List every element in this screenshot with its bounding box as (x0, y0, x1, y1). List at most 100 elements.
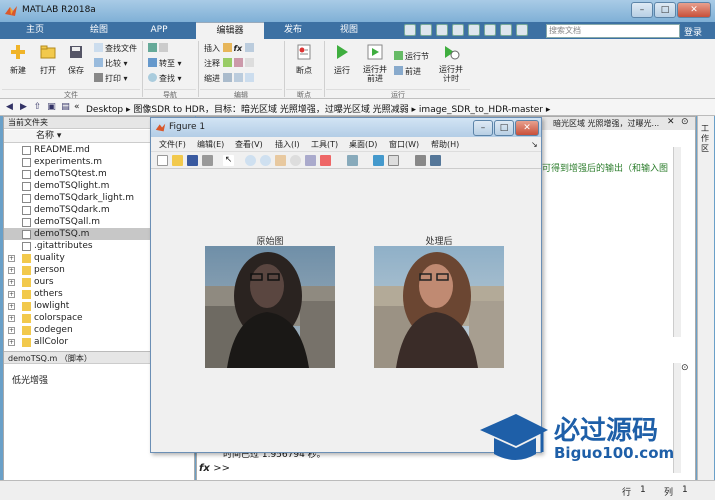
comment-button[interactable]: 注释 (204, 58, 256, 69)
original-photo-graphic (205, 246, 335, 368)
data-cursor-icon[interactable] (305, 155, 316, 166)
run-advance-icon (367, 44, 383, 60)
menu-window[interactable]: 窗口(W) (389, 139, 419, 150)
file-name: person (34, 265, 65, 275)
editor-close-icon[interactable]: ✕ (667, 117, 675, 127)
show-plot-tools-icon[interactable] (430, 155, 441, 166)
close-button[interactable]: ✕ (677, 2, 711, 18)
file-name: demoTSQtest.m (34, 169, 107, 179)
new-button[interactable]: 新建 (6, 43, 30, 76)
quick-undo-icon[interactable] (468, 24, 480, 36)
brush-icon[interactable] (320, 155, 331, 166)
run-and-time-button[interactable]: 运行并 计时 (436, 43, 466, 83)
group-label-breakpoints: 断点 (286, 89, 322, 99)
file-name: .gitattributes (34, 241, 93, 251)
quick-help-icon[interactable] (516, 24, 528, 36)
menu-tools[interactable]: 工具(T) (311, 139, 338, 150)
minimize-button[interactable]: – (631, 2, 653, 18)
back-forward-button[interactable] (148, 43, 170, 54)
figure-minimize-button[interactable]: – (473, 120, 493, 136)
folder-icon[interactable]: ▤ (60, 102, 71, 113)
folder-icon (22, 338, 31, 347)
indent-button[interactable]: 缩进 (204, 73, 256, 84)
menu-desktop[interactable]: 桌面(D) (349, 139, 377, 150)
title-bar: MATLAB R2018a – □ ✕ (0, 0, 715, 22)
menu-view[interactable]: 查看(V) (235, 139, 263, 150)
tab-view[interactable]: 视图 (322, 22, 376, 39)
breakpoints-button[interactable]: 断点 (292, 43, 316, 76)
menu-insert[interactable]: 插入(I) (275, 139, 300, 150)
new-figure-icon[interactable] (157, 155, 168, 166)
file-icon (22, 182, 31, 191)
path-overflow[interactable]: « (74, 102, 80, 112)
menu-edit[interactable]: 编辑(E) (197, 139, 224, 150)
tab-plots[interactable]: 绘图 (68, 22, 130, 39)
tab-publish[interactable]: 发布 (266, 22, 320, 39)
expand-toggle-icon[interactable]: + (8, 279, 15, 286)
goto-button[interactable]: 转至 ▾ (148, 58, 182, 69)
command-prompt[interactable]: fx >> (199, 463, 230, 474)
insert-section-icon (222, 43, 232, 52)
nav-up-icon[interactable]: ⇧ (32, 102, 43, 113)
browse-folder-icon[interactable]: ▣ (46, 102, 57, 113)
menu-file[interactable]: 文件(F) (159, 139, 186, 150)
expand-toggle-icon[interactable]: + (8, 291, 15, 298)
menu-help[interactable]: 帮助(H) (431, 139, 459, 150)
insert-button[interactable]: 插入 fx (204, 43, 256, 54)
editor-scrollbar[interactable] (673, 147, 681, 337)
editor-menu-icon[interactable]: ⊙ (681, 117, 689, 127)
insert-colorbar-icon[interactable] (373, 155, 384, 166)
nav-forward-icon[interactable]: ▶ (18, 102, 29, 113)
tab-apps[interactable]: APP (132, 22, 186, 39)
zoom-out-icon[interactable] (260, 155, 271, 166)
expand-toggle-icon[interactable]: + (8, 315, 15, 322)
zoom-in-icon[interactable] (245, 155, 256, 166)
save-button[interactable]: 保存 (64, 43, 88, 76)
edit-plot-arrow-icon[interactable]: ↖ (223, 155, 234, 166)
link-plot-icon[interactable] (347, 155, 358, 166)
quick-redo-icon[interactable] (484, 24, 496, 36)
login-link[interactable]: 登录 (684, 25, 702, 38)
expand-toggle-icon[interactable]: + (8, 327, 15, 334)
nav-back-icon[interactable]: ◀ (4, 102, 15, 113)
rotate-3d-icon[interactable] (290, 155, 301, 166)
expand-toggle-icon[interactable]: + (8, 255, 15, 262)
find-button[interactable]: 查找 ▾ (148, 73, 182, 84)
hide-plot-tools-icon[interactable] (415, 155, 426, 166)
advance-button[interactable]: 前进 (394, 66, 421, 77)
menu-dock-icon[interactable]: ↘ (531, 139, 538, 150)
compare-button[interactable]: 比较 ▾ (94, 58, 128, 69)
open-button[interactable]: 打开 (36, 43, 60, 76)
current-folder-path[interactable]: Desktop ▸ 图像SDR to HDR，目标：暗光区域 光照增强，过曝光区… (86, 102, 550, 115)
tab-home[interactable]: 主页 (4, 22, 66, 39)
expand-toggle-icon[interactable]: + (8, 303, 15, 310)
quick-cut-icon[interactable] (420, 24, 432, 36)
compare-icon (94, 58, 103, 67)
fx-button[interactable]: fx (234, 44, 243, 53)
open-file-icon[interactable] (172, 155, 183, 166)
run-section-button[interactable]: 运行节 (394, 51, 429, 62)
quick-save-icon[interactable] (404, 24, 416, 36)
run-and-advance-button[interactable]: 运行并 前进 (360, 43, 390, 83)
quick-paste-icon[interactable] (452, 24, 464, 36)
insert-function-icon (244, 43, 254, 52)
figure-menu-bar: 文件(F) 编辑(E) 查看(V) 插入(I) 工具(T) 桌面(D) 窗口(W… (151, 137, 541, 152)
find-files-button[interactable]: 查找文件 (94, 43, 137, 54)
figure-maximize-button[interactable]: □ (494, 120, 514, 136)
maximize-button[interactable]: □ (654, 2, 676, 18)
fx-icon: fx (199, 463, 210, 474)
save-figure-icon[interactable] (187, 155, 198, 166)
print-figure-icon[interactable] (202, 155, 213, 166)
command-window-menu-icon[interactable]: ⊙ (681, 363, 689, 373)
pan-hand-icon[interactable] (275, 155, 286, 166)
quick-switch-icon[interactable] (500, 24, 512, 36)
tab-editor[interactable]: 编辑器 (196, 22, 264, 39)
insert-legend-icon[interactable] (388, 155, 399, 166)
expand-toggle-icon[interactable]: + (8, 339, 15, 346)
search-documentation-input[interactable]: 搜索文档 (546, 24, 680, 38)
print-button[interactable]: 打印 ▾ (94, 73, 128, 84)
figure-close-button[interactable]: ✕ (515, 120, 539, 136)
quick-copy-icon[interactable] (436, 24, 448, 36)
expand-toggle-icon[interactable]: + (8, 267, 15, 274)
run-button[interactable]: 运行 (330, 43, 354, 76)
